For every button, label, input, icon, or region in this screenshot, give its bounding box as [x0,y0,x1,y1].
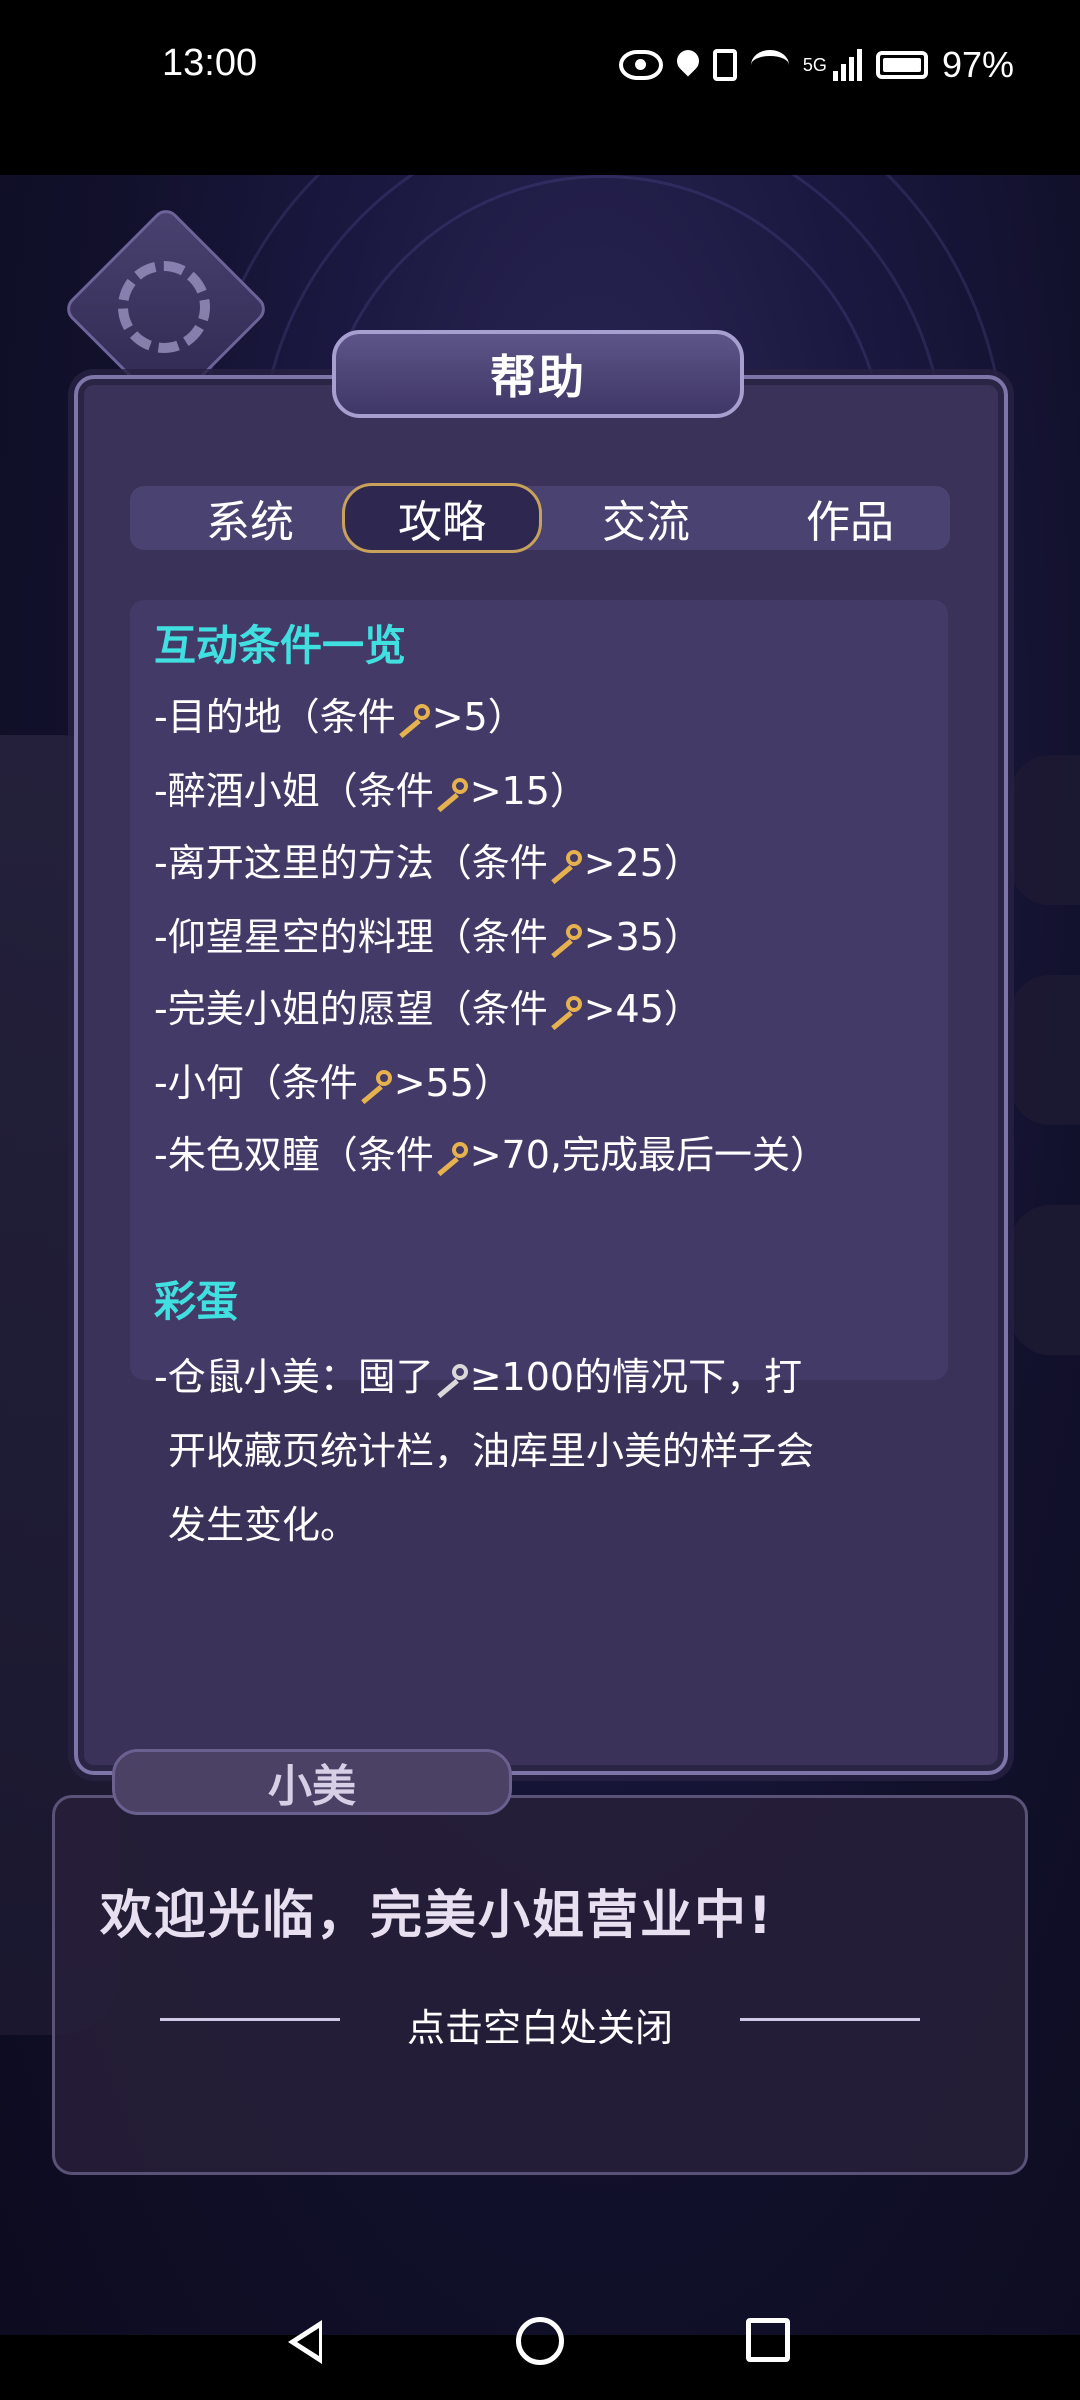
list-item: -目的地（条件 >5） [154,695,526,739]
silver-key-icon [434,1363,470,1396]
eye-icon [618,50,663,80]
status-bar: 13:00 5G 97% [0,0,1080,175]
location-icon [677,50,699,80]
tab-system[interactable]: 系统 [150,486,350,550]
home-icon[interactable] [516,2317,564,2365]
status-time: 13:00 [162,42,258,84]
guide-content: 互动条件一览 -目的地（条件 >5） -醉酒小姐（条件 >15） -离开这里的方法（… [130,600,948,1547]
side-ornament [1010,755,1080,905]
text-line: 开收藏页统计栏，油库里小美的样子会 [168,1429,815,1473]
status-icons: 5G 97% [618,44,1014,86]
wifi-icon [750,50,789,80]
help-panel: 系统 攻略 交流 作品 互动条件一览 -目的地（条件 >5） -醉酒小姐（条件 >1… [74,375,1008,1775]
gear-icon [118,261,210,353]
section-heading: 彩蛋 [154,1277,239,1326]
battery-icon [875,51,928,79]
network-type: 5G [802,54,827,75]
side-ornament [1010,1205,1080,1355]
list-item: -小何（条件 >55） [154,1061,512,1105]
text-line: 发生变化。 [168,1503,359,1547]
recents-icon[interactable] [746,2318,790,2362]
tab-guide[interactable]: 攻略 [342,483,542,553]
text-line: -仓鼠小美：囤了 ≥100的情况下，打 [154,1355,803,1399]
tab-works[interactable]: 作品 [750,486,950,550]
battery-percent: 97% [941,44,1014,85]
tab-bar: 系统 攻略 交流 作品 [130,483,950,553]
key-icon [434,1141,470,1174]
hint-divider-right [740,2018,920,2021]
side-ornament [1010,975,1080,1125]
speaker-name: 小美 [112,1749,512,1815]
list-item: -醉酒小姐（条件 >15） [154,769,588,813]
signal-icon [832,49,862,81]
easter-egg-text: -仓鼠小美：囤了 ≥100的情况下，打 开收藏页统计栏，油库里小美的样子会 发生变… [154,1340,934,1562]
tab-community[interactable]: 交流 [546,486,746,550]
list-item: -完美小姐的愿望（条件 >45） [154,987,702,1031]
key-icon [548,849,584,882]
list-item: -离开这里的方法（条件 >25） [154,841,702,885]
vibrate-icon [712,49,737,81]
close-hint[interactable]: 点击空白处关闭 [0,1997,1080,2052]
list-item: -仰望星空的料理（条件 >35） [154,915,702,959]
section-heading: 互动条件一览 [154,621,407,670]
key-icon [548,995,584,1028]
key-icon [548,923,584,956]
list-item: -朱色双瞳（条件 >70,完成最后一关） [154,1133,828,1177]
key-icon [358,1069,394,1102]
panel-title: 帮助 [332,330,744,418]
dialogue-text: 欢迎光临，完美小姐营业中! [100,1886,774,1946]
key-icon [434,777,470,810]
dialogue-box[interactable] [52,1795,1028,2175]
key-icon [396,703,432,736]
back-icon[interactable] [288,2320,322,2364]
